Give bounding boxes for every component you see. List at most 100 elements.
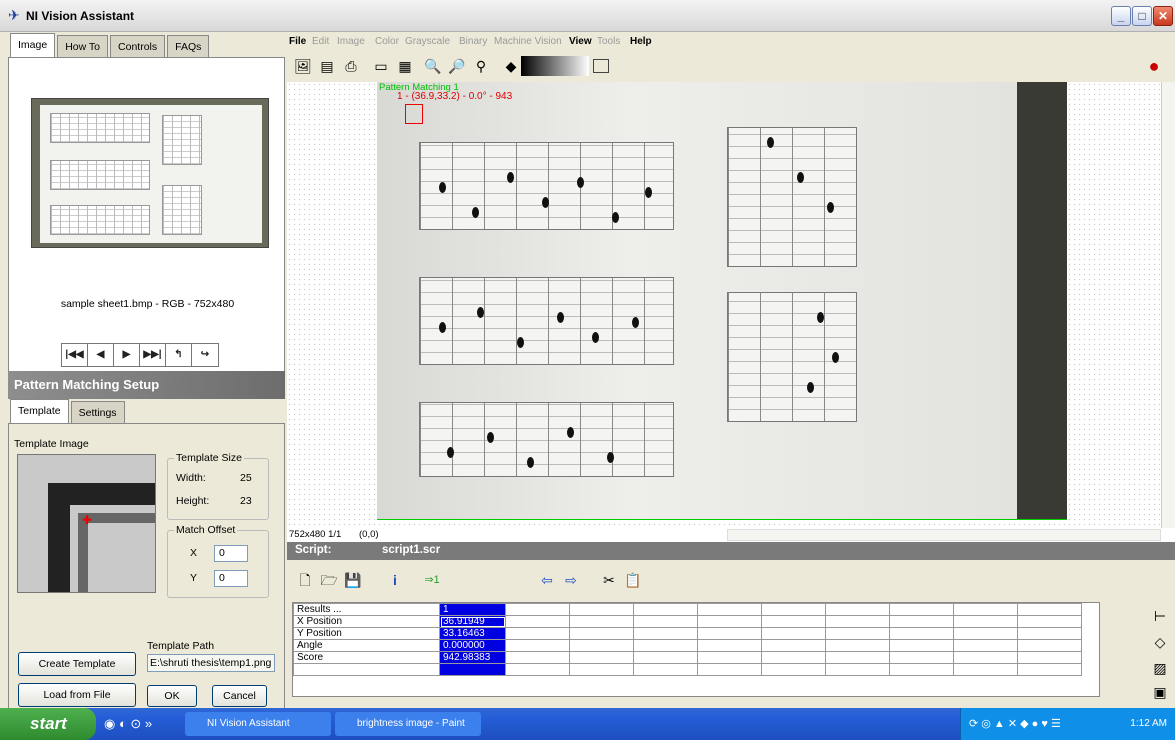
acquire-image-icon[interactable]: 🖼 (291, 54, 315, 78)
maximize-button[interactable]: □ (1132, 6, 1152, 26)
table-row: X Position 36.91949 (293, 615, 1082, 628)
undo-icon[interactable]: ↰ (166, 344, 192, 366)
cut-icon[interactable]: ✂ (597, 568, 621, 592)
menu-color[interactable]: Color (375, 36, 399, 47)
eraser-tool-icon[interactable]: ◇ (1148, 630, 1172, 654)
histogram-icon[interactable]: ▭ (369, 54, 393, 78)
zoom-out-icon[interactable]: 🔎 (445, 54, 469, 78)
table-icon[interactable]: ▦ (393, 54, 417, 78)
ok-button[interactable]: OK (147, 685, 197, 707)
image-navigation: |◀◀ ◀ ▶ ▶▶| ↰ ↪ (61, 343, 219, 367)
answer-sheet-image: Pattern Matching 1 1 - (36.9,33.2) - 0.0… (377, 82, 1067, 519)
template-image-label: Template Image (14, 438, 89, 450)
tab-image[interactable]: Image (10, 33, 56, 59)
cancel-button[interactable]: Cancel (212, 685, 267, 707)
image-size-status: 752x480 1/1 (289, 529, 342, 540)
script-filename: script1.scr (382, 544, 441, 556)
match-offset-group: Match Offset X 0 Y 0 (167, 524, 269, 598)
image-toolbar: 🖼 ▤ ⎙ ▭ ▦ 🔍 🔎 ⚲ ◆ ● (287, 52, 1175, 82)
image-status-bar: 752x480 1/1 (0,0) (287, 528, 1175, 542)
system-tray: ⟳ ◎ ▲ ✕ ◆ ● ♥ ☰ 1:12 AM (960, 708, 1175, 740)
template-path-field[interactable]: E:\shruti thesis\temp1.png (147, 654, 275, 672)
start-button[interactable]: start (0, 708, 96, 740)
setup-title: Pattern Matching Setup (8, 371, 285, 399)
zoom-in-icon[interactable]: 🔍 (421, 54, 445, 78)
menu-image[interactable]: Image (337, 36, 365, 47)
left-panel: Image How To Controls FAQs sample sheet1… (8, 33, 285, 709)
tab-faqs[interactable]: FAQs (167, 35, 210, 59)
tab-template[interactable]: Template (10, 399, 69, 425)
template-size-group: Template Size Width: 25 Height: 23 (167, 452, 269, 520)
move-left-icon[interactable]: ⇦ (535, 568, 559, 592)
template-height: 23 (240, 495, 252, 507)
tab-settings[interactable]: Settings (70, 401, 125, 425)
redo-icon[interactable]: ↪ (192, 344, 218, 366)
chart-icon[interactable]: ▨ (1148, 656, 1172, 680)
menu-file[interactable]: File (289, 36, 306, 47)
side-toolbar: ⊢ ◇ ▨ ▣ (1146, 604, 1175, 708)
image-viewer[interactable]: Pattern Matching 1 1 - (36.9,33.2) - 0.0… (287, 82, 1175, 529)
new-script-icon[interactable]: 🗋 (293, 568, 317, 592)
first-icon[interactable]: |◀◀ (62, 344, 88, 366)
zoom-fit-icon[interactable]: ⚲ (469, 54, 493, 78)
table-row (293, 663, 1082, 676)
match-box (405, 104, 423, 124)
quick-launch-icons[interactable]: ◉ ◐ ⊙ » (104, 716, 152, 732)
flow-icon[interactable]: ⊢ (1148, 604, 1172, 628)
vertical-scrollbar[interactable] (1161, 82, 1175, 529)
menu-binary[interactable]: Binary (459, 36, 487, 47)
menu-machine-vision[interactable]: Machine Vision (494, 36, 562, 47)
app-icon: ✈ (8, 7, 20, 23)
eraser-icon[interactable]: ◆ (499, 54, 523, 78)
image-thumbnail[interactable] (31, 98, 269, 248)
close-button[interactable]: ✕ (1153, 6, 1173, 26)
horizontal-scrollbar[interactable] (727, 529, 1161, 541)
save-script-icon[interactable]: 💾 (341, 568, 365, 592)
browse-images-icon[interactable]: ▤ (315, 54, 339, 78)
taskbar: start ◉ ◐ ⊙ » NI Vision Assistant bright… (0, 708, 1175, 740)
offset-x-input[interactable]: 0 (214, 545, 248, 562)
template-center-marker: ✚ (82, 513, 93, 527)
task-paint[interactable]: brightness image - Paint (335, 712, 481, 736)
pattern-matching-setup: Template Settings Template Image ✚ Templ… (8, 399, 285, 709)
clock: 1:12 AM (1130, 718, 1167, 729)
next-icon[interactable]: ▶ (114, 344, 140, 366)
template-image: ✚ (17, 454, 156, 593)
move-right-icon[interactable]: ⇨ (559, 568, 583, 592)
load-from-file-button[interactable]: Load from File (18, 683, 136, 707)
last-icon[interactable]: ▶▶| (140, 344, 166, 366)
table-row: Y Position 33.16463 (293, 627, 1082, 640)
script-label: Script: (295, 544, 332, 556)
open-script-icon[interactable]: 🗁 (317, 568, 341, 592)
labview-icon[interactable]: ▣ (1148, 680, 1172, 704)
paste-icon[interactable]: 📋 (621, 568, 645, 592)
template-width: 25 (240, 472, 252, 484)
tab-how-to[interactable]: How To (57, 35, 109, 59)
palette-gradient[interactable] (521, 56, 589, 76)
menu-grayscale[interactable]: Grayscale (405, 36, 450, 47)
create-template-button[interactable]: Create Template (18, 652, 136, 676)
table-row: Angle 0.000000 (293, 639, 1082, 652)
menu-tools[interactable]: Tools (597, 36, 620, 47)
prev-icon[interactable]: ◀ (88, 344, 114, 366)
template-path-label: Template Path (147, 640, 215, 652)
info-icon[interactable]: i (383, 568, 407, 592)
results-table[interactable]: Results ... 1 X Position 36.91949 Y Positi… (292, 602, 1100, 697)
tab-controls[interactable]: Controls (110, 35, 166, 59)
run-step-icon[interactable]: ⇒1 (417, 568, 447, 592)
print-icon[interactable]: ⎙ (339, 54, 363, 78)
script-header: Script: script1.scr (287, 542, 1175, 560)
menu-help[interactable]: Help (630, 36, 652, 47)
title-bar: ✈ NI Vision Assistant _ □ ✕ (0, 0, 1175, 32)
template-panel: Template Image ✚ Template Size Width: 25… (8, 423, 285, 709)
minimize-button[interactable]: _ (1111, 6, 1131, 26)
menu-edit[interactable]: Edit (312, 36, 329, 47)
image-browser: sample sheet1.bmp - RGB - 752x480 |◀◀ ◀ … (8, 57, 285, 375)
cursor-coords: (0,0) (359, 529, 379, 540)
tray-icons[interactable]: ⟳ ◎ ▲ ✕ ◆ ● ♥ ☰ (969, 717, 1061, 730)
task-ni-vision[interactable]: NI Vision Assistant (185, 712, 331, 736)
menu-view[interactable]: View (569, 36, 592, 47)
overlay-match-text: 1 - (36.9,33.2) - 0.0° - 943 (397, 91, 513, 102)
offset-y-input[interactable]: 0 (214, 570, 248, 587)
rectangle-tool-icon[interactable] (593, 59, 609, 73)
